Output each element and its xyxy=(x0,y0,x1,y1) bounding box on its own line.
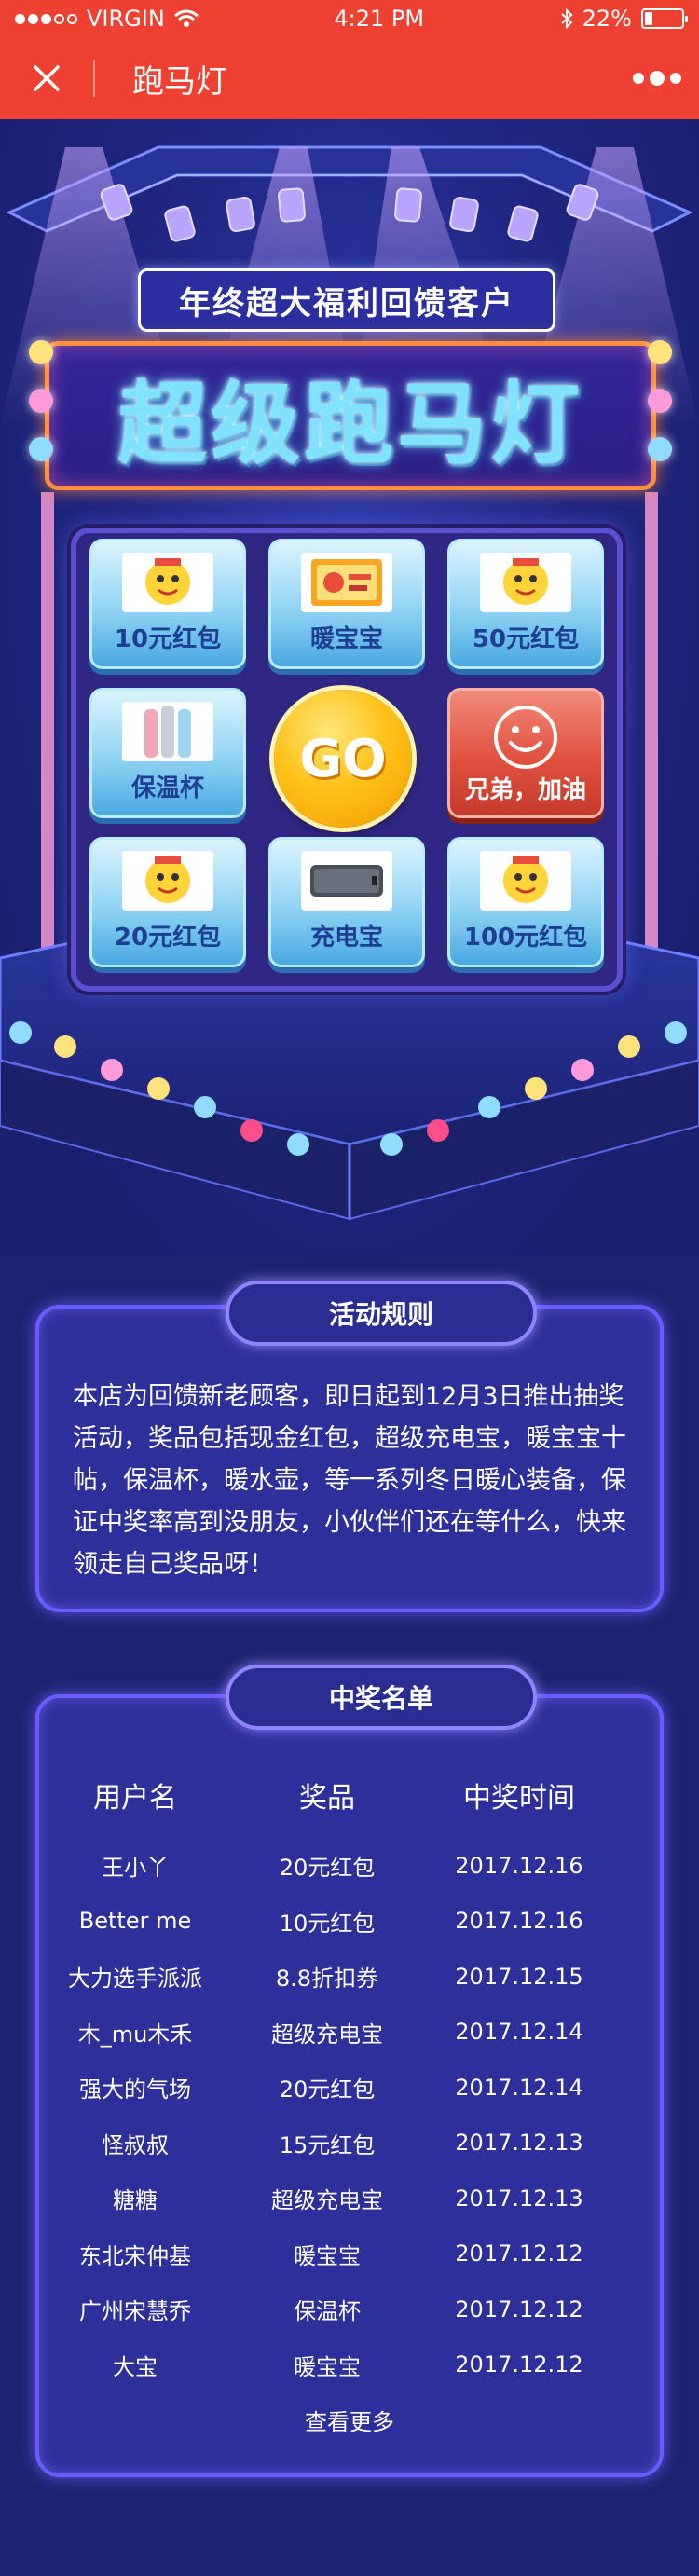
wifi-icon xyxy=(173,9,199,27)
more-button[interactable] xyxy=(615,37,699,119)
winner-username: 王小丫 xyxy=(102,1855,169,1882)
prize-cell: 暖宝宝 xyxy=(268,539,425,669)
close-icon xyxy=(34,65,60,91)
prize-label: 100元红包 xyxy=(463,924,588,952)
column-header: 中奖时间 xyxy=(463,1782,575,1815)
lottery-board: 10元红包 暖宝宝 50元红包 保温杯 GO 兄弟，加油 20元红包 充电宝 1… xyxy=(71,528,623,992)
table-row: 东北宋仲基 暖宝宝 2017.12.12 xyxy=(39,2227,660,2282)
prize-label: 充电宝 xyxy=(309,924,383,952)
winner-prize: 暖宝宝 xyxy=(294,2242,361,2269)
winner-username: 强大的气场 xyxy=(79,2076,191,2103)
winner-date: 2017.12.13 xyxy=(455,2185,583,2212)
winner-prize: 20元红包 xyxy=(279,1855,376,1882)
table-row: 大宝 暖宝宝 2017.12.12 xyxy=(39,2337,660,2393)
battery-percent: 22% xyxy=(582,6,632,32)
winners-header: 用户名 奖品 中奖时间 xyxy=(39,1774,660,1816)
winners-title: 中奖名单 xyxy=(226,1665,537,1730)
winner-date: 2017.12.12 xyxy=(455,2240,583,2268)
column-header: 用户名 xyxy=(93,1782,177,1815)
status-left: VIRGIN xyxy=(15,6,199,32)
clock: 4:21 PM xyxy=(334,6,425,32)
bluetooth-icon xyxy=(560,8,573,29)
carrier-label: VIRGIN xyxy=(87,6,165,32)
winner-prize: 20元红包 xyxy=(279,2076,376,2103)
more-dots-icon xyxy=(633,73,644,84)
winner-date: 2017.12.15 xyxy=(455,1963,583,1990)
status-right: 22% xyxy=(560,6,688,32)
rules-panel: 活动规则 本店为回馈新老顾客，即日起到12月3日推出抽奖活动，奖品包括现金红包，… xyxy=(35,1281,664,1612)
winner-username: 大宝 xyxy=(113,2353,158,2380)
status-bar: VIRGIN 4:21 PM 22% xyxy=(0,0,699,37)
winner-username: 东北宋仲基 xyxy=(79,2242,191,2269)
smiley-icon xyxy=(494,706,557,769)
rules-text: 本店为回馈新老顾客，即日起到12月3日推出抽奖活动，奖品包括现金红包，超级充电宝… xyxy=(73,1382,626,1579)
prize-cell: 充电宝 xyxy=(268,837,425,967)
power-bank-icon xyxy=(301,851,392,911)
close-button[interactable] xyxy=(0,37,93,119)
winner-username: 怪叔叔 xyxy=(102,2131,169,2158)
winner-username: Better me xyxy=(78,1908,192,1935)
winner-prize: 超级充电宝 xyxy=(271,2021,383,2048)
prize-label: 50元红包 xyxy=(472,625,580,653)
red-envelope-mascot-icon xyxy=(480,851,571,911)
battery-icon xyxy=(640,8,688,29)
prize-cell: 100元红包 xyxy=(447,837,604,967)
winner-date: 2017.12.14 xyxy=(455,2019,583,2046)
winner-prize: 保温杯 xyxy=(294,2298,361,2325)
red-envelope-mascot-icon xyxy=(122,553,213,612)
winners-panel: 中奖名单 用户名 奖品 中奖时间 王小丫 20元红包 2017.12.16 Bette… xyxy=(35,1665,664,2477)
table-row: 王小丫 20元红包 2017.12.16 xyxy=(39,1838,660,1894)
winner-date: 2017.12.13 xyxy=(455,2130,583,2157)
table-row: 糖糖 超级充电宝 2017.12.13 xyxy=(39,2171,660,2227)
winner-prize: 8.8折扣券 xyxy=(275,1966,379,1993)
winner-username: 糖糖 xyxy=(113,2187,158,2214)
prize-cell: 10元红包 xyxy=(89,539,246,669)
winner-prize: 暖宝宝 xyxy=(294,2353,361,2380)
prize-cell: 50元红包 xyxy=(447,539,604,669)
thermos-icon xyxy=(122,702,213,761)
winner-date: 2017.12.12 xyxy=(455,2351,583,2378)
winner-username: 大力选手派派 xyxy=(68,1966,202,1993)
heat-pack-icon xyxy=(301,553,392,612)
prize-label: 10元红包 xyxy=(114,625,222,653)
prize-label: 暖宝宝 xyxy=(309,625,383,653)
table-row: 大力选手派派 8.8折扣券 2017.12.15 xyxy=(39,1949,660,2005)
table-row: 怪叔叔 15元红包 2017.12.13 xyxy=(39,2116,660,2172)
table-row: 广州宋慧乔 保温杯 2017.12.12 xyxy=(39,2281,660,2337)
winner-date: 2017.12.12 xyxy=(455,2295,583,2323)
see-more-link[interactable]: 查看更多 xyxy=(256,2404,443,2436)
prize-cell-try-again: 兄弟，加油 xyxy=(447,688,604,818)
nav-bar: 跑马灯 xyxy=(0,37,699,119)
winner-prize: 15元红包 xyxy=(279,2131,376,2158)
prize-label: 兄弟，加油 xyxy=(464,776,586,804)
marquee-sign: 超级跑马灯 xyxy=(29,340,672,490)
banner-tag: 年终超大福利回馈客户 xyxy=(138,268,555,332)
hero-stage: 年终超大福利回馈客户 超级跑马灯 10元红包 暖宝宝 50元红包 保温杯 GO … xyxy=(0,119,699,1256)
winner-date: 2017.12.14 xyxy=(455,2074,583,2101)
signal-icon xyxy=(15,13,77,24)
column-header: 奖品 xyxy=(299,1782,355,1815)
red-envelope-mascot-icon xyxy=(122,851,213,911)
prize-label: 20元红包 xyxy=(114,924,222,952)
winner-prize: 10元红包 xyxy=(279,1910,376,1937)
winner-username: 木_mu木禾 xyxy=(77,2021,193,2048)
table-row: Better me 10元红包 2017.12.16 xyxy=(39,1894,660,1950)
rules-title: 活动规则 xyxy=(226,1281,537,1346)
red-envelope-mascot-icon xyxy=(480,553,571,612)
winner-date: 2017.12.16 xyxy=(455,1908,583,1935)
table-row: 木_mu木禾 超级充电宝 2017.12.14 xyxy=(39,2005,660,2061)
nav-divider xyxy=(93,60,95,97)
winner-prize: 超级充电宝 xyxy=(271,2187,383,2214)
winner-username: 广州宋慧乔 xyxy=(79,2298,191,2325)
prize-cell: 20元红包 xyxy=(89,837,246,967)
prize-label: 保温杯 xyxy=(130,774,204,802)
hero-title: 超级跑马灯 xyxy=(117,371,583,476)
prize-cell: 保温杯 xyxy=(89,688,246,818)
go-button[interactable]: GO xyxy=(274,690,412,828)
page-title: 跑马灯 xyxy=(132,62,227,101)
winner-date: 2017.12.16 xyxy=(455,1852,583,1879)
table-row: 强大的气场 20元红包 2017.12.14 xyxy=(39,2060,660,2116)
winners-list: 王小丫 20元红包 2017.12.16 Better me 10元红包 2017.12.… xyxy=(39,1838,660,2392)
